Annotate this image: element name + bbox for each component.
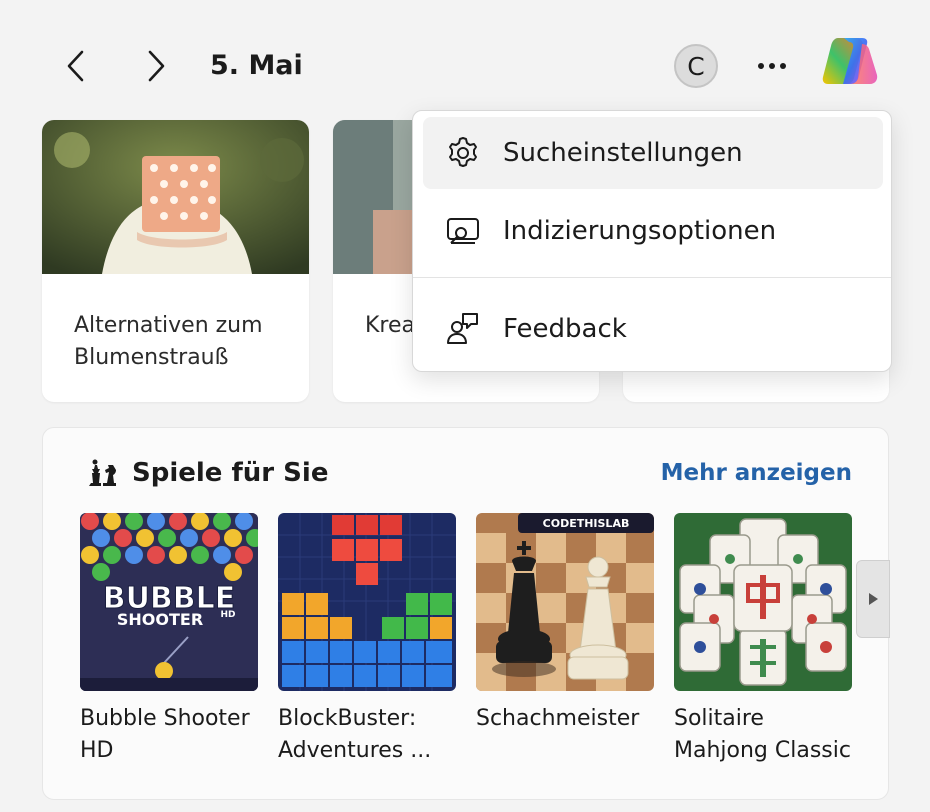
menu-divider — [413, 277, 891, 278]
date-label: 5. Mai — [210, 50, 303, 81]
menu-item-label: Indizierungsoptionen — [503, 216, 777, 246]
scroll-right-button[interactable] — [856, 560, 890, 638]
game-title: Solitaire Mahjong Classic — [674, 706, 851, 763]
indexing-icon — [447, 218, 479, 244]
publisher-banner: CODETHISLAB — [543, 517, 630, 530]
more-options-button[interactable] — [748, 44, 796, 88]
copilot-button[interactable] — [818, 34, 882, 94]
show-more-link[interactable]: Mehr anzeigen — [661, 460, 852, 486]
menu-item-label: Feedback — [503, 314, 627, 344]
bubble-logo-badge: HD — [220, 610, 235, 620]
game-title: BlockBuster: Adventures ... — [278, 706, 432, 763]
chevron-right-icon — [148, 50, 165, 82]
back-button[interactable] — [52, 42, 100, 90]
copilot-logo-icon — [822, 38, 878, 84]
game-tile[interactable]: Solitaire Mahjong Classic — [674, 513, 852, 767]
game-tile[interactable]: BlockBuster: Adventures ... — [278, 513, 456, 767]
caret-right-icon — [869, 593, 878, 605]
chevron-left-icon — [67, 50, 84, 82]
game-title: Schachmeister — [476, 706, 640, 731]
games-section: Spiele für Sie Mehr anzeigen BUBBLE SHOO… — [42, 427, 890, 800]
options-menu: Sucheinstellungen Indizierungsoptionen F… — [412, 110, 892, 372]
game-thumbnail: BUBBLE SHOOTER HD — [80, 513, 258, 691]
forward-button[interactable] — [132, 42, 180, 90]
game-tile[interactable]: BUBBLE SHOOTER HD Bubble Shooter HD — [80, 513, 258, 767]
game-tile[interactable]: CODETHISLAB Schachmeister — [476, 513, 654, 735]
game-thumbnail: CODETHISLAB — [476, 513, 654, 691]
card-title: Alternativen zum Blumenstrauß — [74, 313, 263, 370]
gear-icon — [449, 137, 477, 167]
suggestion-card[interactable]: Alternativen zum Blumenstrauß — [42, 120, 309, 402]
feedback-icon — [447, 313, 478, 344]
card-image — [42, 120, 309, 274]
more-horizontal-icon — [758, 63, 786, 69]
menu-item-indexing-options[interactable]: Indizierungsoptionen — [423, 195, 883, 267]
bubble-logo-line2: SHOOTER — [117, 610, 203, 629]
chess-pieces-icon — [89, 459, 116, 486]
menu-item-label: Sucheinstellungen — [503, 138, 743, 168]
games-title: Spiele für Sie — [132, 458, 329, 488]
avatar[interactable]: C — [674, 44, 718, 88]
menu-item-search-settings[interactable]: Sucheinstellungen — [423, 117, 883, 189]
game-thumbnail — [278, 513, 456, 691]
menu-item-feedback[interactable]: Feedback — [423, 293, 883, 365]
game-thumbnail — [674, 513, 852, 691]
game-title: Bubble Shooter HD — [80, 706, 250, 763]
